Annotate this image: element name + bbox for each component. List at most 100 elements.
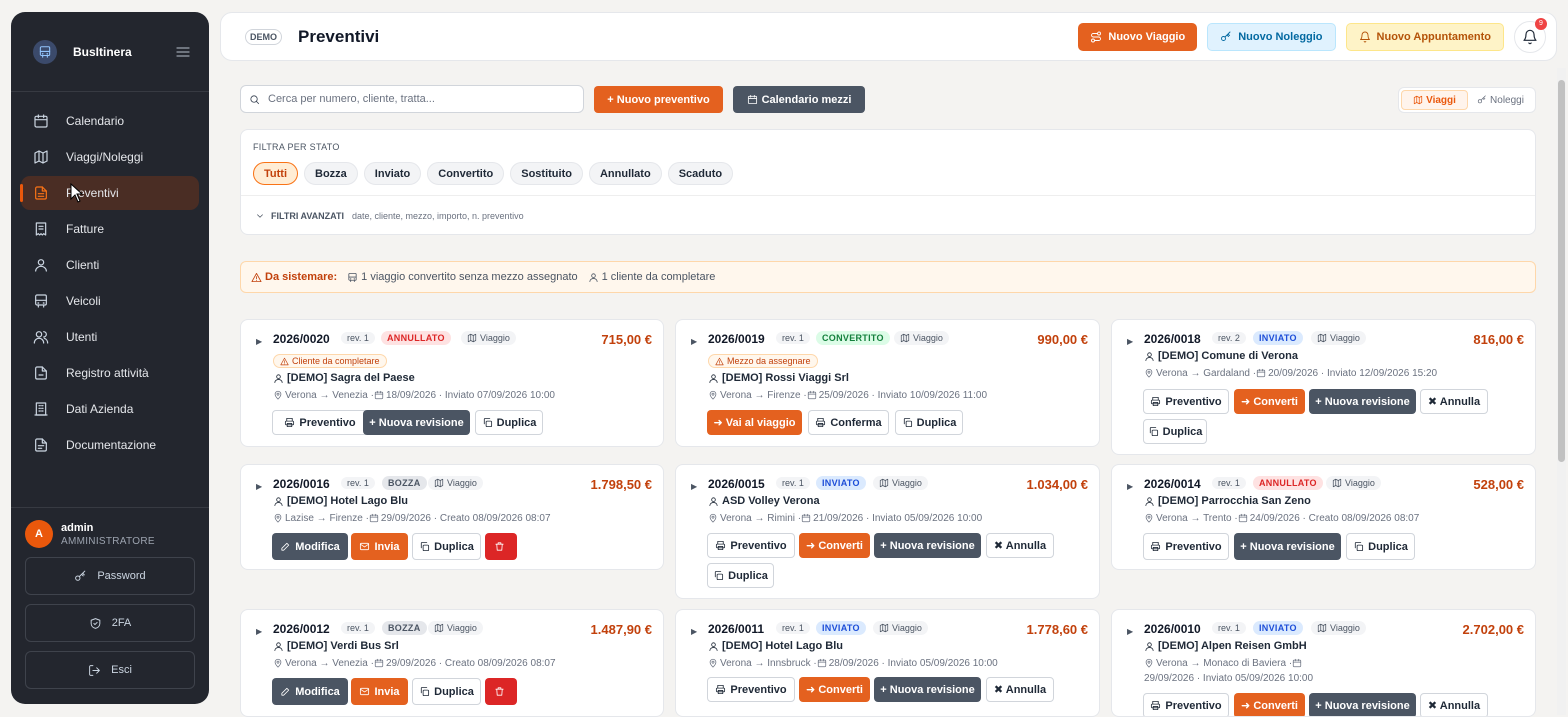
twofa-button[interactable]: 2FA <box>25 604 195 642</box>
quote-card[interactable]: ▶ 2026/0010 rev. 1 INVIATO Viaggio 2.702,00 €… <box>1111 609 1536 717</box>
expand-arrow-icon[interactable]: ▶ <box>256 337 262 346</box>
nuova-revisione-button[interactable]: + Nuova revisione <box>1309 693 1416 716</box>
duplica-button[interactable]: Duplica <box>707 563 774 588</box>
preventivo-button[interactable]: Preventivo <box>1143 533 1229 560</box>
scrollbar-thumb[interactable] <box>1558 80 1565 462</box>
revision-badge: rev. 2 <box>1212 332 1246 344</box>
preventivo-button[interactable]: Preventivo <box>1143 693 1229 716</box>
client-name: [DEMO] Hotel Lago Blu <box>708 640 843 652</box>
modifica-button[interactable]: Modifica <box>272 533 348 560</box>
duplica-button[interactable]: Duplica <box>412 678 481 705</box>
printer-icon <box>715 540 726 551</box>
quote-amount: 816,00 € <box>1473 332 1524 347</box>
vai-al-viaggio-button[interactable]: ➜ Vai al viaggio <box>707 410 802 435</box>
search-input[interactable] <box>268 93 568 105</box>
sidebar-item-veicoli[interactable]: Veicoli <box>21 284 199 318</box>
duplica-button[interactable]: Duplica <box>1346 533 1415 560</box>
view-rentals-toggle[interactable]: Noleggi <box>1468 90 1533 110</box>
quote-card[interactable]: ▶ 2026/0015 rev. 1 INVIATO Viaggio 1.034,00 €… <box>675 464 1100 599</box>
sidebar-item-label: Clienti <box>66 258 100 272</box>
menu-icon[interactable] <box>175 44 191 60</box>
new-appointment-button[interactable]: Nuovo Appuntamento <box>1345 22 1504 51</box>
invia-button[interactable]: Invia <box>351 533 408 560</box>
sidebar-item-utenti[interactable]: Utenti <box>21 320 199 354</box>
new-trip-button[interactable]: Nuovo Viaggio <box>1078 22 1198 51</box>
logo[interactable] <box>33 39 57 64</box>
expand-arrow-icon[interactable]: ▶ <box>256 627 262 636</box>
scrollbar[interactable] <box>1557 68 1566 715</box>
quote-card[interactable]: ▶ 2026/0020 rev. 1 ANNULLATO Viaggio 715,00 €… <box>240 319 664 447</box>
sidebar-item-label: Fatture <box>66 222 105 236</box>
chip-bozza[interactable]: Bozza <box>304 162 358 185</box>
annulla-button[interactable]: ✖ Annulla <box>1420 389 1488 414</box>
logout-button[interactable]: Esci <box>25 651 195 689</box>
expand-arrow-icon[interactable]: ▶ <box>256 482 262 491</box>
expand-arrow-icon[interactable]: ▶ <box>691 627 697 636</box>
sidebar-item-viaggi-noleggi[interactable]: Viaggi/Noleggi <box>21 140 199 174</box>
sidebar-item-documentazione[interactable]: Documentazione <box>21 428 199 462</box>
invia-button[interactable]: Invia <box>351 678 408 705</box>
key-icon <box>1477 95 1487 105</box>
preventivo-button[interactable]: Preventivo <box>1143 389 1229 414</box>
delete-button[interactable] <box>485 678 517 705</box>
sidebar-item-clienti[interactable]: Clienti <box>21 248 199 282</box>
vehicle-calendar-button[interactable]: Calendario mezzi <box>733 86 865 113</box>
chip-sostituito[interactable]: Sostituito <box>510 162 583 185</box>
modifica-button[interactable]: Modifica <box>272 678 348 705</box>
conferma-button[interactable]: Conferma <box>808 410 889 435</box>
expand-arrow-icon[interactable]: ▶ <box>1127 482 1133 491</box>
warning-item-client[interactable]: 1 cliente da completare <box>588 271 715 283</box>
preventivo-button[interactable]: Preventivo <box>707 677 795 702</box>
preventivo-button[interactable]: Preventivo <box>272 410 368 435</box>
quote-card[interactable]: ▶ 2026/0011 rev. 1 INVIATO Viaggio 1.778,60 €… <box>675 609 1100 717</box>
duplica-button[interactable]: Duplica <box>475 410 543 435</box>
quote-card[interactable]: ▶ 2026/0016 rev. 1 BOZZA Viaggio 1.798,50 € [D… <box>240 464 664 570</box>
expand-arrow-icon[interactable]: ▶ <box>1127 337 1133 346</box>
sidebar-item-calendario[interactable]: Calendario <box>21 104 199 138</box>
sidebar-item-preventivi[interactable]: Preventivi <box>20 176 199 210</box>
chip-scaduto[interactable]: Scaduto <box>667 162 734 185</box>
expand-arrow-icon[interactable]: ▶ <box>691 482 697 491</box>
view-trips-toggle[interactable]: Viaggi <box>1401 90 1468 110</box>
warning-icon <box>251 272 262 283</box>
password-button[interactable]: Password <box>25 557 195 595</box>
preventivo-button[interactable]: Preventivo <box>707 533 795 558</box>
quote-card[interactable]: ▶ 2026/0019 rev. 1 CONVERTITO Viaggio 990,00 … <box>675 319 1100 447</box>
demo-logo: DEMO <box>245 28 282 45</box>
converti-button[interactable]: ➜ Converti <box>799 533 870 558</box>
annulla-button[interactable]: ✖ Annulla <box>986 533 1054 558</box>
nuova-revisione-button[interactable]: + Nuova revisione <box>874 533 981 558</box>
new-rental-button[interactable]: Nuovo Noleggio <box>1207 22 1336 51</box>
chip-annullato[interactable]: Annullato <box>588 162 662 185</box>
converti-button[interactable]: ➜ Converti <box>1234 389 1305 414</box>
quote-card[interactable]: ▶ 2026/0018 rev. 2 INVIATO Viaggio 816,00 € [D… <box>1111 319 1536 455</box>
delete-button[interactable] <box>485 533 517 560</box>
revision-badge: rev. 1 <box>341 332 375 344</box>
quote-card[interactable]: ▶ 2026/0012 rev. 1 BOZZA Viaggio 1.487,90 € [D… <box>240 609 664 717</box>
nuova-revisione-button[interactable]: + Nuova revisione <box>1234 533 1341 560</box>
nuova-revisione-button[interactable]: + Nuova revisione <box>363 410 470 435</box>
sidebar-item-dati-azienda[interactable]: Dati Azienda <box>21 392 199 426</box>
chip-convertito[interactable]: Convertito <box>427 162 505 185</box>
duplica-button[interactable]: Duplica <box>1143 419 1207 444</box>
duplica-button[interactable]: Duplica <box>895 410 963 435</box>
notifications-button[interactable]: 9 <box>1514 17 1547 53</box>
duplica-button[interactable]: Duplica <box>412 533 481 560</box>
converti-button[interactable]: ➜ Converti <box>1234 693 1305 716</box>
warning-item-trip[interactable]: 1 viaggio convertito senza mezzo assegna… <box>347 271 578 283</box>
chip-inviato[interactable]: Inviato <box>363 162 422 185</box>
annulla-button[interactable]: ✖ Annulla <box>1420 693 1488 716</box>
chip-tutti[interactable]: Tutti <box>253 162 299 185</box>
converti-button[interactable]: ➜ Converti <box>799 677 870 702</box>
quote-card[interactable]: ▶ 2026/0014 rev. 1 ANNULLATO Viaggio 528,00 €… <box>1111 464 1536 570</box>
new-quote-button[interactable]: + Nuovo preventivo <box>594 86 723 113</box>
user-panel: A admin AMMINISTRATORE Password 2FA Esci <box>11 507 209 701</box>
expand-arrow-icon[interactable]: ▶ <box>1127 627 1133 636</box>
sidebar-item-registro-attivita[interactable]: Registro attività <box>21 356 199 390</box>
expand-arrow-icon[interactable]: ▶ <box>691 337 697 346</box>
nuova-revisione-button[interactable]: + Nuova revisione <box>874 677 981 702</box>
annulla-button[interactable]: ✖ Annulla <box>986 677 1054 702</box>
advanced-filters-toggle[interactable]: FILTRI AVANZATI date, cliente, mezzo, im… <box>241 195 1535 235</box>
nuova-revisione-button[interactable]: + Nuova revisione <box>1309 389 1416 414</box>
sidebar-item-fatture[interactable]: Fatture <box>21 212 199 246</box>
